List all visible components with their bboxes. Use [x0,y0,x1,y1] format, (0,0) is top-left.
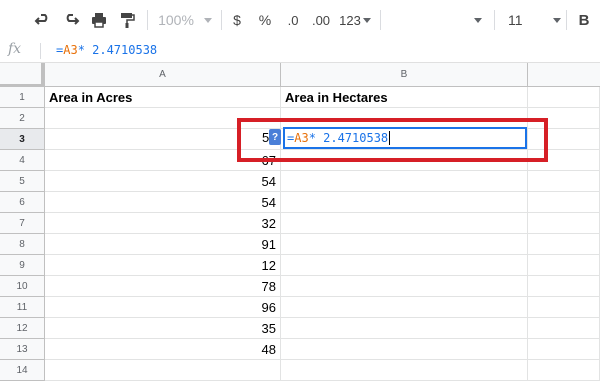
highlight-box [237,118,548,162]
increase-decimal-button[interactable]: .00 [308,0,334,40]
font-size-select[interactable]: 11 [500,0,561,40]
cell-c6[interactable] [528,192,600,213]
toolbar-divider [494,10,495,30]
cell-a8[interactable]: 91 [45,234,281,255]
print-icon[interactable] [88,0,110,40]
more-formats-button[interactable]: 123 [338,0,372,40]
row-header-7[interactable]: 7 [0,213,45,234]
formula-ref: A3 [63,43,78,57]
currency-format-button[interactable]: $ [228,0,246,40]
column-header-a[interactable]: A [45,63,281,87]
cell-b12[interactable] [281,318,528,339]
row-header-13[interactable]: 13 [0,339,45,360]
chevron-down-icon [203,17,212,23]
cell-a12[interactable]: 35 [45,318,281,339]
cell-c13[interactable] [528,339,600,360]
cell-a13[interactable]: 48 [45,339,281,360]
row-header-10[interactable]: 10 [0,276,45,297]
cell-a6[interactable]: 54 [45,192,281,213]
cell-c14[interactable] [528,360,600,381]
cell-b9[interactable] [281,255,528,276]
cell-b6[interactable] [281,192,528,213]
increase-decimal-label: .00 [311,12,331,28]
cell-a10[interactable]: 78 [45,276,281,297]
row-header-3[interactable]: 3 [0,129,45,150]
row-header-11[interactable]: 11 [0,297,45,318]
cell-c10[interactable] [528,276,600,297]
decrease-decimal-button[interactable]: .0 [282,0,304,40]
cell-c8[interactable] [528,234,600,255]
select-all-corner[interactable] [0,63,45,87]
fx-icon: fx [8,41,22,57]
row-header-6[interactable]: 6 [0,192,45,213]
cell-c7[interactable] [528,213,600,234]
formula-rest: * 2.4710538 [77,43,158,57]
column-header-b[interactable]: B [281,63,528,87]
cell-b1[interactable]: Area in Hectares [281,87,528,108]
more-formats-label: 123 [339,12,361,28]
row-header-9[interactable]: 9 [0,255,45,276]
cell-a5[interactable]: 54 [45,171,281,192]
column-header-c[interactable] [528,63,600,87]
cell-b7[interactable] [281,213,528,234]
row-header-1[interactable]: 1 [0,87,45,108]
cell-a9[interactable]: 12 [45,255,281,276]
row-header-14[interactable]: 14 [0,360,45,381]
formula-input[interactable]: =A3* 2.4710538 [56,43,157,57]
cell-c5[interactable] [528,171,600,192]
redo-icon[interactable] [60,0,82,40]
toolbar-divider [147,10,148,30]
toolbar: 100% $ % .0 .00 123 11 B [0,0,600,41]
cell-c9[interactable] [528,255,600,276]
row-header-12[interactable]: 12 [0,318,45,339]
cell-a11[interactable]: 96 [45,297,281,318]
toolbar-divider [566,10,567,30]
toolbar-divider [221,10,222,30]
currency-label: $ [233,12,241,28]
cell-b11[interactable] [281,297,528,318]
formula-bar: fx =A3* 2.4710538 [0,40,600,63]
cell-c1[interactable] [528,87,600,108]
cell-b14[interactable] [281,360,528,381]
chevron-down-icon [362,17,371,23]
cell-a1[interactable]: Area in Acres [45,87,281,108]
row-header-8[interactable]: 8 [0,234,45,255]
cell-c11[interactable] [528,297,600,318]
percent-label: % [258,12,272,28]
formula-bar-divider [40,43,41,59]
bold-button[interactable]: B [574,0,594,40]
chevron-down-icon [552,17,561,23]
cell-c12[interactable] [528,318,600,339]
zoom-select[interactable]: 100% [156,0,214,40]
toolbar-divider [380,10,381,30]
chevron-down-icon [474,17,482,23]
percent-format-button[interactable]: % [256,0,274,40]
zoom-value: 100% [158,12,194,28]
paint-format-icon[interactable] [116,0,138,40]
cell-b8[interactable] [281,234,528,255]
row-header-5[interactable]: 5 [0,171,45,192]
cell-b10[interactable] [281,276,528,297]
font-family-dropdown[interactable] [470,0,486,40]
row-header-2[interactable]: 2 [0,108,45,129]
bold-label: B [578,11,590,29]
cell-b5[interactable] [281,171,528,192]
cell-b13[interactable] [281,339,528,360]
undo-icon[interactable] [32,0,54,40]
decrease-decimal-label: .0 [287,12,299,28]
cell-a7[interactable]: 32 [45,213,281,234]
font-size-value: 11 [508,12,523,28]
row-header-4[interactable]: 4 [0,150,45,171]
cell-a14[interactable] [45,360,281,381]
